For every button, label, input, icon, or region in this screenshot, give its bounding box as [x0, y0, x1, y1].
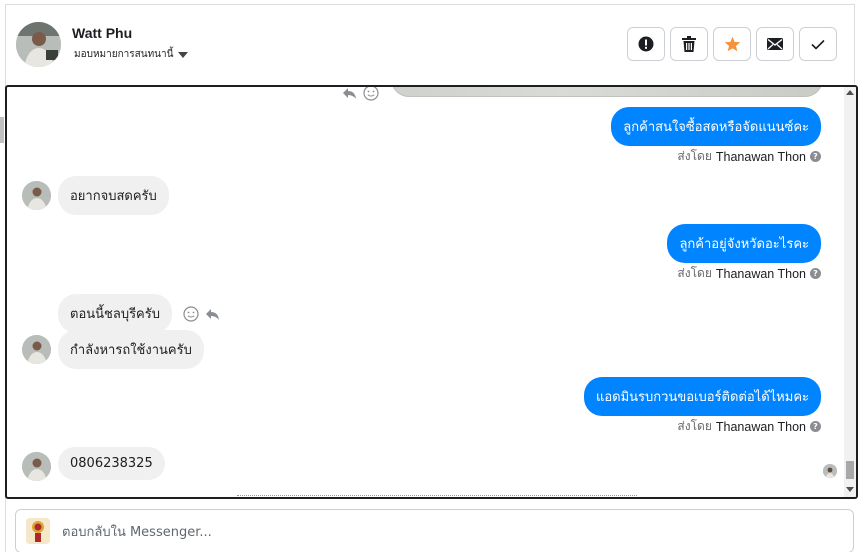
- outgoing-message[interactable]: ลูกค้าอยู่จังหวัดอะไรคะ: [667, 224, 821, 263]
- scrollbar-thumb[interactable]: [846, 461, 854, 479]
- smiley-icon[interactable]: [363, 85, 379, 101]
- reply-icon[interactable]: [342, 87, 357, 100]
- incoming-message[interactable]: ตอนนี้ชลบุรีครับ: [58, 294, 172, 333]
- conversation-header: Watt Phu มอบหมายการสนทนานี้: [6, 5, 854, 85]
- smiley-icon[interactable]: [183, 306, 199, 322]
- image-attachment[interactable]: [391, 87, 823, 97]
- divider: [854, 4, 855, 84]
- contact-avatar[interactable]: [16, 22, 61, 67]
- contact-avatar-small[interactable]: [22, 452, 51, 481]
- delete-button[interactable]: [670, 27, 708, 61]
- incoming-message[interactable]: อยากจบสดครับ: [58, 176, 169, 215]
- reply-box: [15, 509, 854, 552]
- contact-name[interactable]: Watt Phu: [72, 25, 132, 41]
- star-button[interactable]: [713, 27, 751, 61]
- caret-down-icon: [178, 51, 189, 58]
- sent-by-prefix: ส่งโดย: [677, 149, 712, 163]
- trash-icon: [682, 36, 696, 52]
- mark-unread-button[interactable]: [756, 27, 794, 61]
- message-hover-actions: [183, 306, 220, 322]
- envelope-icon: [767, 38, 783, 50]
- action-toolbar: [627, 27, 837, 61]
- exclamation-icon: [638, 36, 654, 52]
- message-hover-actions: [342, 85, 379, 101]
- sent-by-label: ส่งโดย Thanawan Thon ?: [677, 264, 821, 283]
- outgoing-message[interactable]: แอดมินรบกวนขอเบอร์ติดต่อได้ไหมคะ: [583, 377, 821, 416]
- seen-indicator-avatar: [823, 464, 837, 478]
- spam-button[interactable]: [627, 27, 665, 61]
- help-icon[interactable]: ?: [810, 268, 821, 279]
- sent-by-label: ส่งโดย Thanawan Thon ?: [677, 147, 821, 166]
- page-avatar: [26, 518, 50, 544]
- assign-label: มอบหมายการสนทนานี้: [74, 49, 174, 60]
- sender-name[interactable]: Thanawan Thon: [716, 420, 806, 434]
- help-icon[interactable]: ?: [810, 421, 821, 432]
- reply-icon[interactable]: [205, 308, 220, 321]
- sent-by-label: ส่งโดย Thanawan Thon ?: [677, 417, 821, 436]
- star-icon: [724, 36, 740, 52]
- inbox-conversation-view: Watt Phu มอบหมายการสนทนานี้ ลูกค้าสนใจซื…: [0, 0, 858, 552]
- outgoing-message[interactable]: ลูกค้าสนใจซื้อสดหรือจัดแนนซ์คะ: [611, 107, 821, 146]
- incoming-message[interactable]: 0806238325: [58, 447, 165, 480]
- contact-avatar-small[interactable]: [22, 181, 51, 210]
- scrollbar[interactable]: [844, 87, 856, 497]
- reply-input[interactable]: [62, 522, 762, 542]
- incoming-message[interactable]: กำลังหารถใช้งานครับ: [58, 330, 204, 369]
- sent-by-prefix: ส่งโดย: [677, 419, 712, 433]
- sender-name[interactable]: Thanawan Thon: [716, 267, 806, 281]
- mark-done-button[interactable]: [799, 27, 837, 61]
- truncated-content: [237, 495, 637, 497]
- sent-by-prefix: ส่งโดย: [677, 266, 712, 280]
- assign-conversation-dropdown[interactable]: มอบหมายการสนทนานี้: [74, 47, 189, 62]
- sender-name[interactable]: Thanawan Thon: [716, 150, 806, 164]
- scroll-down-icon[interactable]: [846, 487, 854, 492]
- scroll-up-icon[interactable]: [846, 90, 854, 95]
- message-thread[interactable]: ลูกค้าสนใจซื้อสดหรือจัดแนนซ์คะ ส่งโดย Th…: [5, 85, 858, 499]
- help-icon[interactable]: ?: [810, 151, 821, 162]
- checkmark-icon: [811, 39, 825, 50]
- left-edge-marker: [0, 117, 4, 143]
- contact-avatar-small[interactable]: [22, 335, 51, 364]
